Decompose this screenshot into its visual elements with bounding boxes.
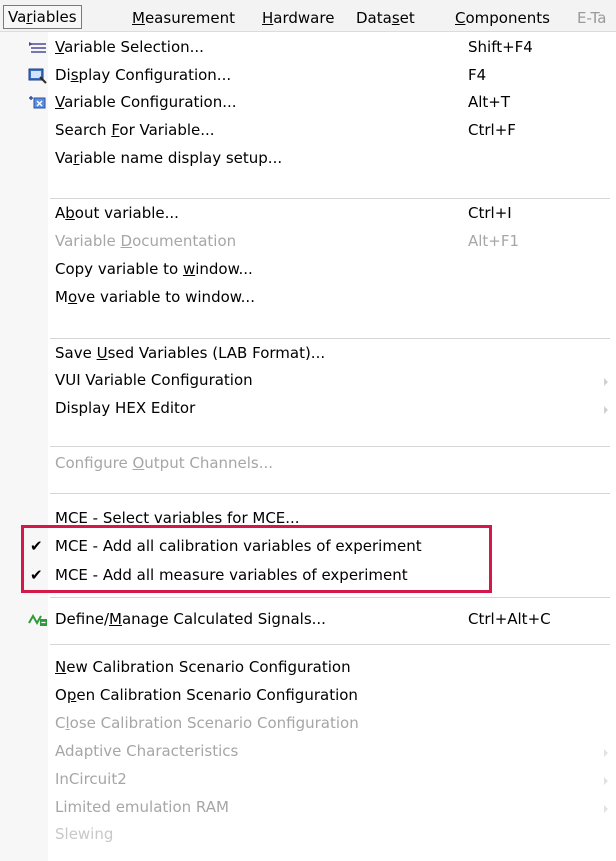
menu-mnemonic: H bbox=[262, 9, 274, 27]
menu-label-part: Va bbox=[8, 8, 27, 26]
menu-item-limited-emulation-ram[interactable]: Limited emulation RAM bbox=[0, 795, 616, 822]
menu-item-label: New Calibration Scenario Configuration bbox=[55, 658, 351, 676]
submenu-arrow-icon bbox=[604, 777, 608, 785]
menu-item-label: About variable... bbox=[55, 204, 179, 222]
submenu-arrow-icon bbox=[604, 378, 608, 386]
menu-label-part: E-Ta bbox=[577, 9, 607, 27]
menu-item-label: Adaptive Characteristics bbox=[55, 742, 239, 760]
highlight-box bbox=[21, 525, 492, 593]
menu-item-label: Variable Documentation bbox=[55, 232, 237, 250]
shortcut-label: Alt+F1 bbox=[468, 232, 520, 250]
menu-bar: Variables Measurement Hardware Dataset C… bbox=[0, 0, 616, 32]
menu-mnemonic: s bbox=[391, 9, 400, 27]
menu-item-save-used-variables[interactable]: Save Used Variables (LAB Format)... bbox=[0, 341, 616, 368]
shortcut-label: F4 bbox=[468, 66, 487, 84]
menu-mnemonic: M bbox=[132, 9, 145, 27]
calculated-signals-icon bbox=[28, 613, 47, 626]
menu-item-open-calibration-scenario[interactable]: Open Calibration Scenario Configuration bbox=[0, 683, 616, 710]
menu-item-vui-variable-configuration[interactable]: VUI Variable Configuration bbox=[0, 368, 616, 395]
menu-label-part: et bbox=[399, 9, 415, 27]
menu-item-label: Variable Selection... bbox=[55, 38, 204, 56]
menu-item-configure-output-channels[interactable]: Configure Output Channels... bbox=[0, 451, 616, 478]
menu-item-adaptive-characteristics[interactable]: Adaptive Characteristics bbox=[0, 739, 616, 766]
menu-item-label: Move variable to window... bbox=[55, 288, 255, 306]
menu-item-label: Open Calibration Scenario Configuration bbox=[55, 686, 358, 704]
menu-separator bbox=[50, 644, 610, 645]
variable-selection-icon bbox=[29, 42, 46, 53]
shortcut-label: Ctrl+Alt+C bbox=[468, 610, 551, 628]
menu-item-label: Limited emulation RAM bbox=[55, 798, 229, 816]
menu-item-label: InCircuit2 bbox=[55, 770, 127, 788]
menu-item-label: Variable name display setup... bbox=[55, 149, 283, 167]
menu-item-about-variable[interactable]: About variable... Ctrl+I bbox=[0, 201, 616, 228]
variable-configuration-icon bbox=[29, 96, 46, 109]
menu-mnemonic: C bbox=[455, 9, 466, 27]
menu-item-label: Close Calibration Scenario Configuration bbox=[55, 714, 359, 732]
menu-e-target[interactable]: E-Ta bbox=[577, 6, 606, 30]
menu-label-part: iables bbox=[32, 8, 77, 26]
menu-separator bbox=[50, 338, 610, 339]
display-configuration-icon bbox=[28, 68, 47, 84]
menu-item-variable-configuration[interactable]: Variable Configuration... Alt+T bbox=[0, 90, 616, 117]
menu-item-display-hex-editor[interactable]: Display HEX Editor bbox=[0, 396, 616, 423]
menu-item-variable-selection[interactable]: Variable Selection... Shift+F4 bbox=[0, 35, 616, 62]
menu-item-label: Define/Manage Calculated Signals... bbox=[55, 610, 326, 628]
submenu-arrow-icon bbox=[604, 749, 608, 757]
menu-item-label: Search For Variable... bbox=[55, 121, 215, 139]
menu-separator bbox=[50, 493, 610, 494]
menu-separator bbox=[50, 597, 610, 598]
menu-item-label: Configure Output Channels... bbox=[55, 454, 274, 472]
menu-item-label: Copy variable to window... bbox=[55, 260, 253, 278]
menu-components[interactable]: Components bbox=[455, 6, 550, 30]
shortcut-label: Alt+T bbox=[468, 93, 511, 111]
shortcut-label: Shift+F4 bbox=[468, 38, 533, 56]
menu-item-copy-variable-to-window[interactable]: Copy variable to window... bbox=[0, 257, 616, 284]
menu-item-label: Display HEX Editor bbox=[55, 399, 196, 417]
menu-label-part: Data bbox=[356, 9, 392, 27]
menu-item-label: Slewing bbox=[55, 825, 114, 843]
shortcut-label: Ctrl+I bbox=[468, 204, 512, 222]
submenu-arrow-icon bbox=[604, 406, 608, 414]
menu-item-variable-name-display-setup[interactable]: Variable name display setup... bbox=[0, 146, 616, 173]
menu-item-search-for-variable[interactable]: Search For Variable... Ctrl+F bbox=[0, 118, 616, 145]
menu-dataset[interactable]: Dataset bbox=[356, 6, 415, 30]
menu-hardware[interactable]: Hardware bbox=[262, 6, 334, 30]
menu-item-label: Display Configuration... bbox=[55, 66, 232, 84]
menu-item-slewing[interactable]: Slewing bbox=[0, 822, 616, 849]
menu-item-new-calibration-scenario[interactable]: New Calibration Scenario Configuration bbox=[0, 655, 616, 682]
menu-label-part: ardware bbox=[273, 9, 335, 27]
menu-item-display-configuration[interactable]: Display Configuration... F4 bbox=[0, 63, 616, 90]
menu-item-variable-documentation[interactable]: Variable Documentation Alt+F1 bbox=[0, 229, 616, 256]
menu-item-label: VUI Variable Configuration bbox=[55, 371, 253, 389]
menu-measurement[interactable]: Measurement bbox=[132, 6, 235, 30]
submenu-arrow-icon bbox=[604, 805, 608, 813]
menu-label-part: omponents bbox=[465, 9, 550, 27]
menu-separator bbox=[50, 198, 610, 199]
shortcut-label: Ctrl+F bbox=[468, 121, 516, 139]
menu-item-incircuit2[interactable]: InCircuit2 bbox=[0, 767, 616, 794]
menu-item-label: Variable Configuration... bbox=[55, 93, 237, 111]
menu-item-label: Save Used Variables (LAB Format)... bbox=[55, 344, 326, 362]
menu-item-define-manage-calculated-signals[interactable]: Define/Manage Calculated Signals... Ctrl… bbox=[0, 607, 616, 634]
menu-item-move-variable-to-window[interactable]: Move variable to window... bbox=[0, 285, 616, 312]
menu-separator bbox=[50, 446, 610, 447]
menu-label-part: easurement bbox=[144, 9, 235, 27]
menu-variables[interactable]: Variables bbox=[3, 5, 82, 29]
menu-item-close-calibration-scenario[interactable]: Close Calibration Scenario Configuration bbox=[0, 711, 616, 738]
